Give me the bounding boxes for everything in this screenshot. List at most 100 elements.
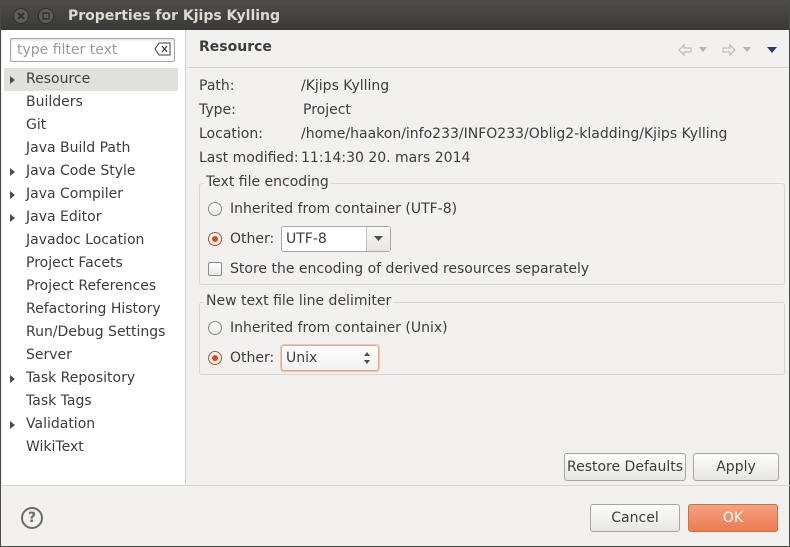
delimiter-other-radio[interactable]	[208, 351, 222, 365]
tree-item[interactable]: Refactoring History	[2, 298, 186, 321]
tree-item[interactable]: Resource	[4, 68, 178, 91]
encoding-inherited-radio[interactable]	[208, 202, 222, 216]
delimiter-other-label: Other:	[230, 350, 275, 366]
sidebar: Resource Builders Git Java Build Path Java C…	[2, 30, 186, 485]
encoding-group-title: Text file encoding	[204, 174, 331, 190]
type-value: Project	[303, 102, 351, 118]
tree-item-label: Git	[26, 117, 47, 133]
modified-row: Last modified: 11:14:30 20. mars 2014	[199, 150, 470, 166]
tree-item-label: Validation	[26, 416, 96, 432]
restore-defaults-button[interactable]: Restore Defaults	[564, 453, 686, 481]
tree-item-label: Task Tags	[26, 393, 92, 409]
encoding-other-option[interactable]: Other:	[208, 231, 274, 247]
filter-input[interactable]	[15, 40, 155, 60]
window-title: Properties for Kjips Kylling	[68, 7, 281, 24]
expand-arrow-icon[interactable]	[10, 375, 15, 383]
tree-item[interactable]: Task Repository	[2, 367, 186, 390]
store-encoding-checkbox[interactable]	[208, 262, 222, 276]
tree-item-label: Refactoring History	[26, 301, 161, 317]
cancel-button[interactable]: Cancel	[590, 504, 680, 532]
path-value: /Kjips Kylling	[301, 78, 390, 94]
page-title: Resource	[199, 39, 272, 55]
tree-item[interactable]: Git	[2, 114, 186, 137]
close-icon	[17, 11, 25, 20]
tree-item[interactable]: Java Compiler	[2, 183, 186, 206]
tree-item-label: Java Editor	[26, 209, 102, 225]
encoding-inherited-option[interactable]: Inherited from container (UTF-8)	[208, 201, 457, 217]
tree-item[interactable]: Project Facets	[2, 252, 186, 275]
tree-item-label: Run/Debug Settings	[26, 324, 166, 340]
store-encoding-option[interactable]: Store the encoding of derived resources …	[208, 261, 589, 277]
tree-item[interactable]: Java Code Style	[2, 160, 186, 183]
delimiter-inherited-option[interactable]: Inherited from container (Unix)	[208, 320, 448, 336]
apply-button[interactable]: Apply	[693, 453, 779, 481]
chevron-down-icon	[374, 236, 383, 241]
close-window-button[interactable]	[13, 7, 29, 24]
tree-item[interactable]: Run/Debug Settings	[2, 321, 186, 344]
encoding-combo-value[interactable]: UTF-8	[282, 231, 366, 247]
tree-item[interactable]: Java Editor	[2, 206, 186, 229]
location-row: Location: /home/haakon/info233/INFO233/O…	[199, 126, 727, 142]
tree-item-label: Java Code Style	[26, 163, 136, 179]
tree-item[interactable]: WikiText	[2, 436, 186, 459]
category-tree: Resource Builders Git Java Build Path Java C…	[2, 68, 186, 459]
delimiter-inherited-radio[interactable]	[208, 321, 222, 335]
help-icon[interactable]: ?	[21, 507, 43, 529]
modified-label: Last modified:	[199, 150, 299, 166]
expand-arrow-icon[interactable]	[10, 214, 15, 222]
expand-arrow-icon[interactable]	[10, 76, 15, 84]
tree-item-label: Java Compiler	[26, 186, 124, 202]
store-encoding-label: Store the encoding of derived resources …	[230, 261, 590, 277]
tree-item[interactable]: Validation	[2, 413, 186, 436]
tree-item[interactable]: Java Build Path	[2, 137, 186, 160]
navigation-toolbar	[677, 44, 777, 56]
clear-filter-icon[interactable]	[154, 42, 171, 56]
back-menu-chevron-icon[interactable]	[699, 47, 707, 53]
encoding-inherited-label: Inherited from container (UTF-8)	[230, 201, 458, 217]
path-label: Path:	[199, 78, 235, 94]
delimiter-combo-value[interactable]: Unix	[282, 350, 362, 366]
back-arrow-icon[interactable]	[677, 44, 693, 56]
modified-value: 11:14:30 20. mars 2014	[301, 150, 471, 166]
location-label: Location:	[199, 126, 263, 142]
location-value: /home/haakon/info233/INFO233/Oblig2-klad…	[301, 126, 728, 142]
tree-item[interactable]: Task Tags	[2, 390, 186, 413]
delimiter-inherited-label: Inherited from container (Unix)	[230, 320, 448, 336]
properties-dialog: Properties for Kjips Kylling Resource Bui…	[0, 0, 790, 547]
tree-item-label: Server	[26, 347, 72, 363]
ok-button[interactable]: OK	[688, 504, 778, 532]
tree-item-label: Javadoc Location	[26, 232, 145, 248]
expand-arrow-icon[interactable]	[10, 168, 15, 176]
up-down-arrows-icon	[364, 352, 370, 364]
title-bar: Properties for Kjips Kylling	[1, 1, 789, 30]
filter-box	[10, 38, 175, 62]
maximize-icon	[42, 11, 50, 20]
tree-item-label: WikiText	[26, 439, 84, 455]
encoding-other-radio[interactable]	[208, 232, 222, 246]
tree-item-label: Project References	[26, 278, 157, 294]
tree-item[interactable]: Project References	[2, 275, 186, 298]
encoding-other-label: Other:	[230, 231, 275, 247]
delimiter-combo[interactable]: Unix	[281, 345, 379, 371]
type-row: Type: Project	[199, 102, 351, 118]
encoding-dropdown-button[interactable]	[366, 227, 390, 251]
forward-menu-chevron-icon[interactable]	[743, 47, 751, 53]
footer-separator	[2, 485, 790, 486]
tree-item-label: Resource	[26, 71, 91, 87]
view-menu-icon[interactable]	[767, 46, 777, 54]
type-label: Type:	[199, 102, 236, 118]
tree-item-label: Project Facets	[26, 255, 123, 271]
delimiter-group-title: New text file line delimiter	[204, 293, 394, 309]
tree-item-label: Java Build Path	[26, 140, 131, 156]
maximize-window-button[interactable]	[38, 7, 54, 24]
expand-arrow-icon[interactable]	[10, 421, 15, 429]
tree-item[interactable]: Javadoc Location	[2, 229, 186, 252]
header-separator	[187, 67, 789, 68]
tree-item-label: Task Repository	[26, 370, 136, 386]
forward-arrow-icon[interactable]	[721, 44, 737, 56]
delimiter-other-option[interactable]: Other:	[208, 350, 274, 366]
encoding-combo[interactable]: UTF-8	[281, 226, 391, 252]
tree-item[interactable]: Builders	[2, 91, 186, 114]
expand-arrow-icon[interactable]	[10, 191, 15, 199]
tree-item[interactable]: Server	[2, 344, 186, 367]
